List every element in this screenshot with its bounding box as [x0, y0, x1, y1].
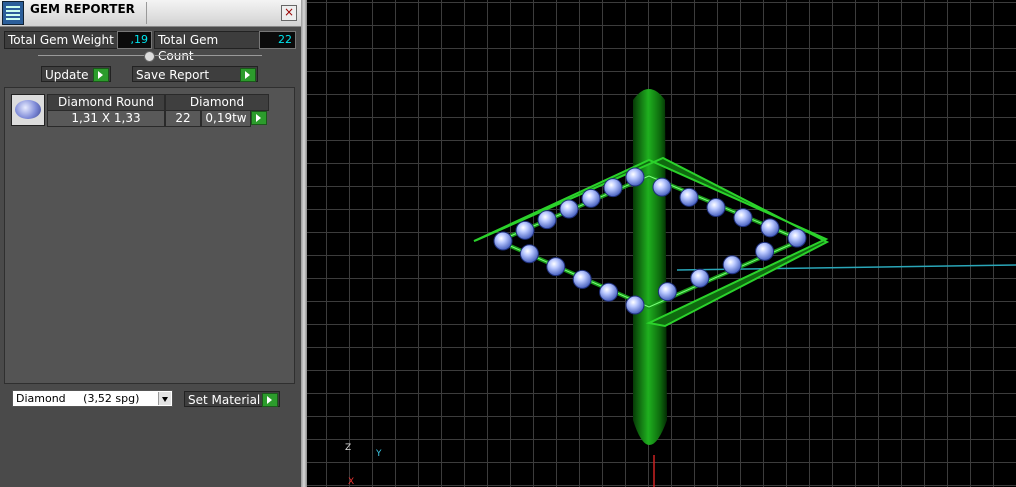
save-report-button-label: Save Report: [136, 68, 210, 82]
axis-y-label: Y: [376, 449, 382, 459]
total-gem-count-value: 22: [259, 31, 296, 49]
close-icon[interactable]: ×: [281, 5, 297, 21]
scene-svg: [473, 89, 1016, 487]
gem-reporter-panel: GEM REPORTER × Total Gem Weight ,19 Tota…: [0, 0, 301, 487]
3d-viewport[interactable]: Z Y X: [307, 0, 1016, 487]
diamond-stone: [657, 282, 677, 302]
diamond-stone: [679, 187, 699, 207]
diamond-stone: [722, 255, 742, 275]
diamond-stone: [625, 295, 645, 315]
gem-size-cell: 1,31 X 1,33: [47, 110, 165, 127]
total-gem-count-label: Total Gem Count: [154, 31, 261, 63]
diamond-stone: [572, 269, 592, 289]
update-button[interactable]: Update: [41, 66, 111, 82]
gem-thumbnail[interactable]: [11, 94, 45, 126]
axis-z-label: Z: [345, 443, 352, 453]
diamond-stone: [787, 228, 807, 248]
play-arrow-icon: [251, 111, 267, 125]
set-material-button[interactable]: Set Material: [184, 391, 280, 407]
title-divider: [146, 2, 147, 24]
diamond-stone: [625, 167, 645, 187]
diamond-stone: [519, 244, 539, 264]
diamond-stone: [706, 198, 726, 217]
diamond-stone: [755, 241, 775, 261]
set-material-button-label: Set Material: [188, 393, 261, 407]
save-report-button[interactable]: Save Report: [132, 66, 258, 82]
diamond-stone: [581, 188, 601, 208]
diamond-stone: [546, 257, 566, 277]
material-select[interactable]: Diamond (3,52 spg): [12, 390, 173, 407]
play-arrow-icon: [240, 68, 256, 82]
panel-title: GEM REPORTER: [30, 2, 135, 16]
update-button-label: Update: [45, 68, 89, 82]
round-diamond-icon: [15, 100, 41, 119]
gem-row-go-button[interactable]: [251, 110, 268, 127]
gem-count-cell: 22: [165, 110, 201, 127]
gem-reporter-app-icon: [2, 1, 24, 25]
diamond-stone: [537, 210, 557, 230]
diamond-stone: [690, 268, 710, 288]
diamond-stone: [493, 231, 513, 251]
gem-material-header: Diamond: [165, 94, 269, 111]
diamond-stone: [652, 177, 672, 197]
diamond-stone: [760, 218, 780, 238]
total-gem-weight-value: ,19: [117, 31, 152, 49]
collapse-toggle-icon[interactable]: [144, 51, 155, 62]
dropdown-arrow-icon[interactable]: [158, 392, 171, 405]
diamond-stone: [733, 208, 753, 228]
ring-shank: [633, 89, 667, 445]
diamond-stone: [603, 178, 623, 198]
material-select-value: Diamond (3,52 spg): [16, 392, 140, 405]
gem-type-header: Diamond Round: [47, 94, 165, 111]
diamond-stone: [515, 220, 535, 240]
gem-list: Diamond Round Diamond 1,31 X 1,33 22 0,1…: [4, 87, 295, 384]
gem-weight-cell: 0,19tw: [201, 110, 251, 127]
title-bar: GEM REPORTER ×: [0, 0, 301, 27]
total-gem-weight-label: Total Gem Weight: [4, 31, 119, 49]
diamond-stone: [559, 199, 579, 219]
play-arrow-icon: [262, 393, 278, 407]
play-arrow-icon: [93, 68, 109, 82]
diamond-stone: [599, 282, 619, 302]
axis-x-label: X: [348, 477, 355, 487]
